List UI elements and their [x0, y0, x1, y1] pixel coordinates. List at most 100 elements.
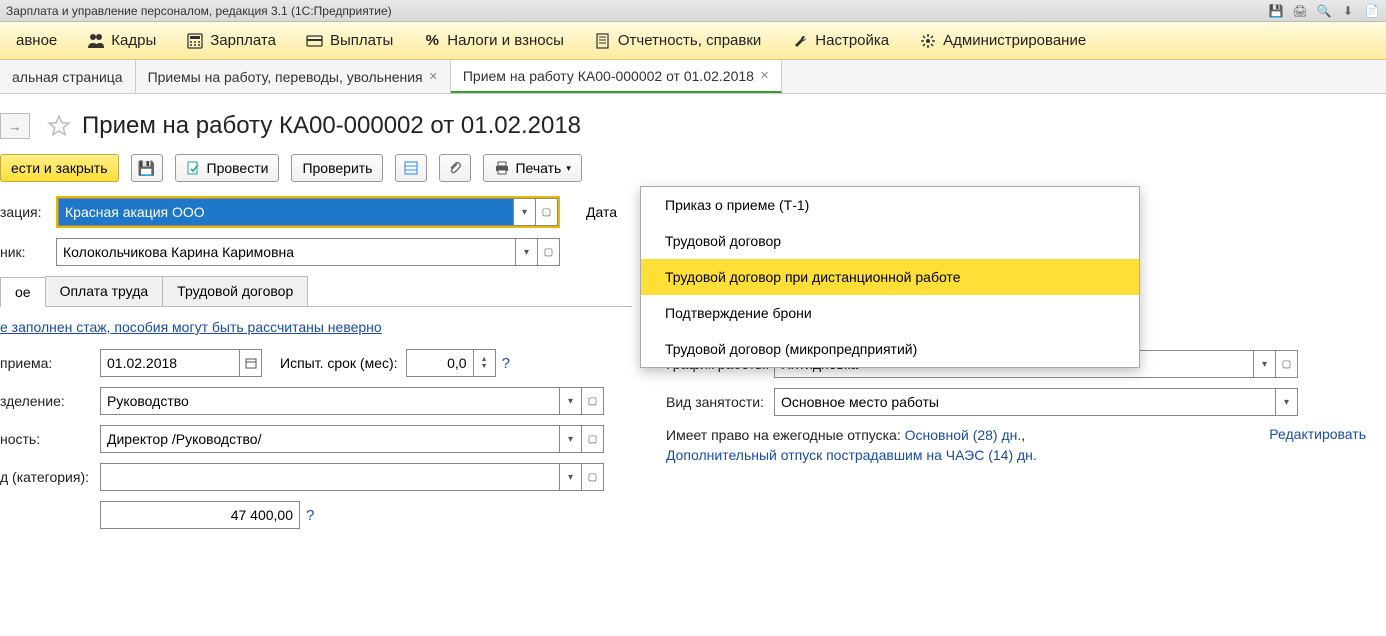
- employee-label: ник:: [0, 244, 56, 260]
- print-menu-contract[interactable]: Трудовой договор: [641, 223, 1139, 259]
- stage-warning-link[interactable]: е заполнен стаж, пособия могут быть расс…: [0, 319, 382, 335]
- diskette-icon: 💾: [139, 160, 155, 176]
- tab-label: Приемы на работу, переводы, увольнения: [148, 69, 423, 85]
- prop-tab-pay[interactable]: Оплата труда: [45, 276, 164, 306]
- calendar-icon[interactable]: [240, 349, 262, 377]
- paperclip-icon: [447, 160, 463, 176]
- open-ref-button[interactable]: ▢: [582, 425, 604, 453]
- button-label: ести и закрыть: [11, 160, 108, 176]
- close-icon[interactable]: ✕: [760, 69, 769, 82]
- category-input[interactable]: [100, 463, 560, 491]
- prop-tab-main[interactable]: ое: [0, 277, 46, 307]
- post-button[interactable]: Провести: [175, 154, 280, 182]
- dropdown-button[interactable]: ▾: [1276, 388, 1298, 416]
- nav-kadry[interactable]: Кадры: [81, 28, 162, 54]
- organization-input[interactable]: [58, 198, 514, 226]
- tab-hire-doc[interactable]: Прием на работу КА00-000002 от 01.02.201…: [451, 60, 782, 93]
- document-tabs: альная страница Приемы на работу, перево…: [0, 60, 1386, 94]
- open-ref-button[interactable]: ▢: [582, 387, 604, 415]
- window-title: Зарплата и управление персоналом, редакц…: [6, 4, 392, 18]
- position-label: ность:: [0, 431, 100, 447]
- chevron-down-icon: ▾: [566, 163, 571, 174]
- open-ref-button[interactable]: ▢: [538, 238, 560, 266]
- salary-input[interactable]: [100, 501, 300, 529]
- open-ref-button[interactable]: ▢: [536, 198, 558, 226]
- employee-input[interactable]: [56, 238, 516, 266]
- category-label: д (категория):: [0, 469, 100, 485]
- wallet-icon: [306, 32, 324, 50]
- nav-otchetnost[interactable]: Отчетность, справки: [588, 28, 767, 54]
- window-state-icon[interactable]: ⬇: [1340, 3, 1356, 19]
- registers-button[interactable]: [395, 154, 427, 182]
- dropdown-button[interactable]: ▾: [514, 198, 536, 226]
- print-menu-remote-contract[interactable]: Трудовой договор при дистанционной работ…: [641, 259, 1139, 295]
- main-nav: авное Кадры Зарплата Выплаты % Налоги и …: [0, 22, 1386, 60]
- org-label: зация:: [0, 204, 56, 220]
- nav-vyplaty[interactable]: Выплаты: [300, 28, 399, 54]
- people-icon: [87, 32, 105, 50]
- emptype-label: Вид занятости:: [666, 394, 774, 410]
- report-icon: [594, 32, 612, 50]
- trial-months-input[interactable]: [406, 349, 474, 377]
- nav-main[interactable]: авное: [10, 28, 63, 53]
- page-title: Прием на работу КА00-000002 от 01.02.201…: [82, 112, 581, 140]
- open-ref-button[interactable]: ▢: [582, 463, 604, 491]
- dropdown-button[interactable]: ▾: [560, 387, 582, 415]
- department-input[interactable]: [100, 387, 560, 415]
- tab-label: альная страница: [12, 69, 123, 85]
- button-label: Печать: [515, 160, 561, 176]
- nav-admin[interactable]: Администрирование: [913, 28, 1092, 54]
- nav-label: Отчетность, справки: [618, 32, 761, 49]
- hire-date-label: приема:: [0, 355, 100, 371]
- dropdown-button[interactable]: ▾: [1254, 350, 1276, 378]
- save-button[interactable]: 💾: [131, 154, 163, 182]
- favorite-star-icon[interactable]: [46, 113, 72, 139]
- hire-date-input[interactable]: [100, 349, 240, 377]
- vacation-add-link[interactable]: Дополнительный отпуск пострадавшим на ЧА…: [666, 447, 1037, 463]
- attachments-button[interactable]: [439, 154, 471, 182]
- print-icon[interactable]: 🖨: [1292, 3, 1308, 19]
- spinner-buttons[interactable]: ▲▼: [474, 349, 496, 377]
- post-and-close-button[interactable]: ести и закрыть: [0, 154, 119, 182]
- open-ref-button[interactable]: ▢: [1276, 350, 1298, 378]
- vacation-prefix: Имеет право на ежегодные отпуска:: [666, 427, 901, 443]
- calculator-icon: [186, 32, 204, 50]
- printer-icon: [494, 160, 510, 176]
- close-icon[interactable]: ✕: [429, 70, 438, 83]
- print-menu-booking[interactable]: Подтверждение брони: [641, 295, 1139, 331]
- nav-label: авное: [16, 32, 57, 49]
- button-label: Провести: [207, 160, 269, 176]
- nav-label: Выплаты: [330, 32, 393, 49]
- dropdown-button[interactable]: ▾: [560, 425, 582, 453]
- button-label: Проверить: [302, 160, 372, 176]
- window-titlebar: Зарплата и управление персоналом, редакц…: [0, 0, 1386, 22]
- help-icon[interactable]: ?: [502, 355, 510, 372]
- position-input[interactable]: [100, 425, 560, 453]
- nav-zarplata[interactable]: Зарплата: [180, 28, 282, 54]
- employment-type-input[interactable]: [774, 388, 1276, 416]
- nav-nastroika[interactable]: Настройка: [785, 28, 895, 54]
- nav-label: Настройка: [815, 32, 889, 49]
- help-icon[interactable]: ?: [306, 507, 314, 524]
- print-button[interactable]: Печать ▾: [483, 154, 581, 182]
- gear-icon: [919, 32, 937, 50]
- prop-tab-contract[interactable]: Трудовой договор: [162, 276, 308, 306]
- date-label: Дата: [586, 204, 617, 220]
- vacation-main-link[interactable]: Основной (28) дн.: [905, 427, 1022, 443]
- dropdown-button[interactable]: ▾: [560, 463, 582, 491]
- dropdown-button[interactable]: ▾: [516, 238, 538, 266]
- save-icon[interactable]: 💾: [1268, 3, 1284, 19]
- more-icon[interactable]: 📄: [1364, 3, 1380, 19]
- search-header-icon[interactable]: 🔍: [1316, 3, 1332, 19]
- print-menu-micro-contract[interactable]: Трудовой договор (микропредприятий): [641, 331, 1139, 367]
- tab-label: Прием на работу КА00-000002 от 01.02.201…: [463, 68, 754, 84]
- print-menu-t1[interactable]: Приказ о приеме (Т-1): [641, 187, 1139, 223]
- nav-nalogi[interactable]: % Налоги и взносы: [417, 28, 570, 54]
- tab-start-page[interactable]: альная страница: [0, 60, 136, 93]
- trial-label: Испыт. срок (мес):: [280, 355, 398, 371]
- nav-label: Налоги и взносы: [447, 32, 564, 49]
- edit-vacations-link[interactable]: Редактировать: [1269, 426, 1366, 442]
- check-button[interactable]: Проверить: [291, 154, 383, 182]
- tab-hires-list[interactable]: Приемы на работу, переводы, увольнения ✕: [136, 60, 451, 93]
- forward-button[interactable]: →: [0, 113, 30, 139]
